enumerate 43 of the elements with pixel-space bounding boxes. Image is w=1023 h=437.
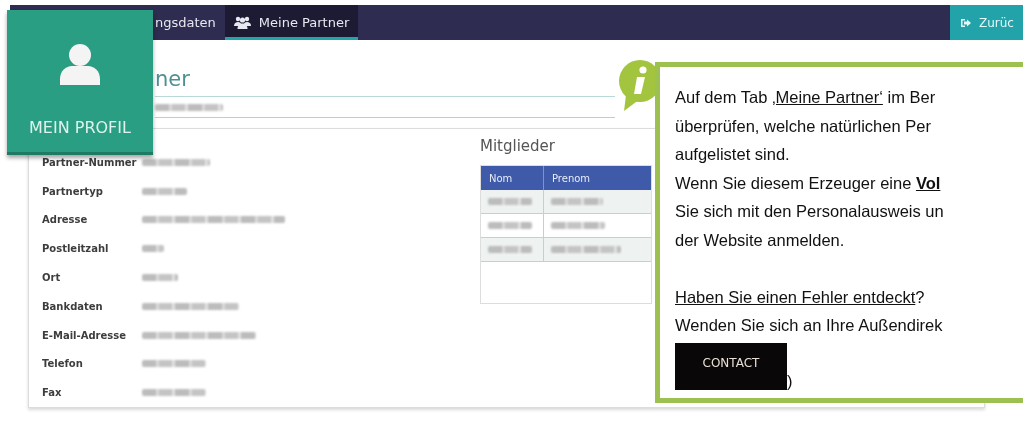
person-icon: [60, 43, 100, 85]
column-header: Prenom: [551, 171, 592, 186]
link[interactable]: Haben Sie einen Fehler entdeckt: [675, 287, 916, 306]
people-icon: [233, 16, 251, 29]
callout-text: Haben Sie einen Fehler entdeckt?: [675, 287, 925, 306]
nav-tab[interactable]: Meine Partner: [224, 5, 359, 40]
exit-icon: [960, 17, 972, 28]
field-label: Ort: [42, 272, 62, 284]
field-label: Postleitzahl: [42, 243, 110, 255]
contact-button[interactable]: CONTACT: [675, 342, 787, 390]
field-label: Partnertyp: [42, 185, 104, 197]
parenthesis: ): [787, 371, 793, 390]
section-title: Mitglieder: [480, 137, 556, 155]
callout-text: Wenden Sie sich an Ihre Außendirek: [675, 316, 943, 334]
blurred-cell: [488, 246, 532, 253]
blurred-subtitle: [155, 103, 223, 111]
field-label: Telefon: [42, 358, 84, 370]
blurred-cell: [551, 222, 605, 229]
field-label: Partner-Nummer: [42, 156, 138, 168]
callout-text: Wenn Sie diesem Erzeuger eine Vol: [675, 173, 941, 192]
callout-text: aufgelistet sind.: [675, 145, 790, 163]
callout-text: überprüfen, welche natürlichen Per: [675, 116, 931, 135]
callout-text: der Website anmelden.: [675, 230, 845, 249]
field-label: Adresse: [42, 214, 89, 226]
blurred-value: [142, 245, 164, 253]
blurred-cell: [551, 246, 621, 253]
blurred-value: [142, 360, 206, 368]
blurred-cell: [551, 198, 603, 205]
blurred-cell: [488, 198, 532, 205]
field-label: E-Mail-Adresse: [42, 329, 127, 341]
blurred-value: [142, 158, 210, 166]
field-label: Fax: [42, 387, 63, 399]
callout-text: Sie sich mit den Personalausweis un: [675, 202, 944, 220]
nav-tab[interactable]: ngsdaten: [155, 5, 225, 40]
link[interactable]: ‚Meine Partner‘: [771, 88, 883, 106]
blurred-value: [142, 187, 187, 195]
field-label: Bankdaten: [42, 300, 104, 312]
blurred-value: [142, 274, 178, 282]
blurred-cell: [488, 222, 532, 229]
blurred-value: [142, 389, 206, 397]
callout-text: Auf dem Tab ‚Meine Partner‘ im Ber: [675, 88, 936, 106]
link[interactable]: Vol: [915, 173, 941, 192]
page-title: ner: [155, 40, 615, 97]
